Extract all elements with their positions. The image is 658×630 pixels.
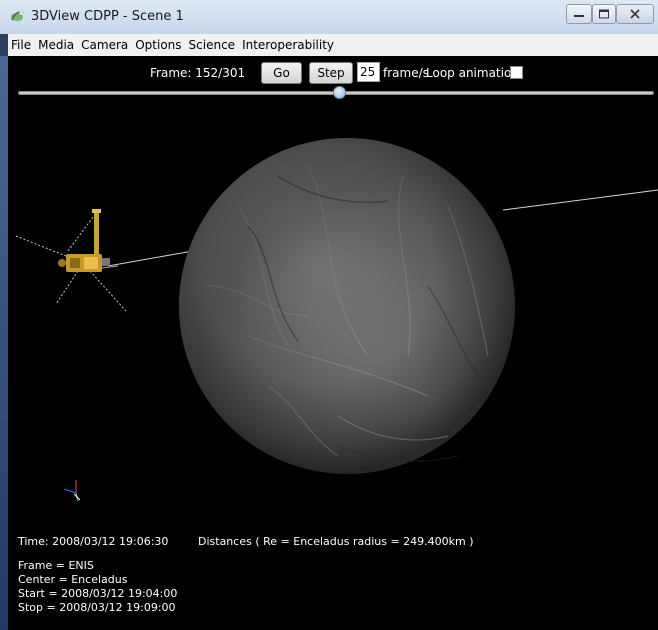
fps-input[interactable] bbox=[357, 62, 380, 82]
window-title: 3DView CDPP - Scene 1 bbox=[31, 9, 184, 24]
fps-unit-label: frame/s bbox=[383, 66, 429, 80]
menu-options[interactable]: Options bbox=[132, 38, 184, 52]
stop-info: Stop = 2008/03/12 19:09:00 bbox=[18, 601, 176, 614]
title-bar[interactable]: 3DView CDPP - Scene 1 bbox=[0, 0, 658, 34]
menu-interoperability[interactable]: Interoperability bbox=[239, 38, 337, 52]
window-left-edge bbox=[0, 56, 8, 630]
app-window: 3DView CDPP - Scene 1 File Media Camera … bbox=[0, 0, 658, 630]
menu-camera[interactable]: Camera bbox=[78, 38, 131, 52]
maximize-button[interactable] bbox=[592, 4, 616, 24]
app-icon bbox=[9, 8, 25, 24]
close-icon bbox=[630, 9, 640, 19]
frame-slider-thumb[interactable] bbox=[332, 86, 346, 99]
frame-info: Frame = ENIS bbox=[18, 559, 94, 572]
distances-readout: Distances ( Re = Enceladus radius = 249.… bbox=[198, 535, 474, 548]
spacecraft-icon bbox=[15, 209, 127, 312]
close-button[interactable] bbox=[616, 4, 654, 24]
start-info: Start = 2008/03/12 19:04:00 bbox=[18, 587, 178, 600]
maximize-icon bbox=[599, 9, 609, 19]
scene-viewport[interactable]: Frame: 152/301 Go Step frame/s Loop anim… bbox=[8, 56, 658, 630]
axis-triad-icon bbox=[63, 480, 81, 502]
menu-file[interactable]: File bbox=[8, 38, 34, 52]
minimize-button[interactable] bbox=[566, 4, 592, 24]
go-button[interactable]: Go bbox=[261, 62, 302, 84]
step-button[interactable]: Step bbox=[309, 62, 353, 84]
playback-controls: Frame: 152/301 Go Step frame/s Loop anim… bbox=[8, 62, 658, 84]
moon-globe bbox=[179, 138, 515, 474]
minimize-icon bbox=[574, 15, 584, 17]
time-readout: Time: 2008/03/12 19:06:30 bbox=[18, 535, 169, 548]
menu-media[interactable]: Media bbox=[35, 38, 77, 52]
loop-animation-checkbox[interactable] bbox=[510, 66, 523, 79]
menu-bar: File Media Camera Options Science Intero… bbox=[8, 34, 658, 56]
loop-animation-label: Loop animation bbox=[426, 66, 519, 80]
menu-science[interactable]: Science bbox=[186, 38, 239, 52]
center-info: Center = Enceladus bbox=[18, 573, 128, 586]
frame-counter: Frame: 152/301 bbox=[150, 66, 246, 80]
